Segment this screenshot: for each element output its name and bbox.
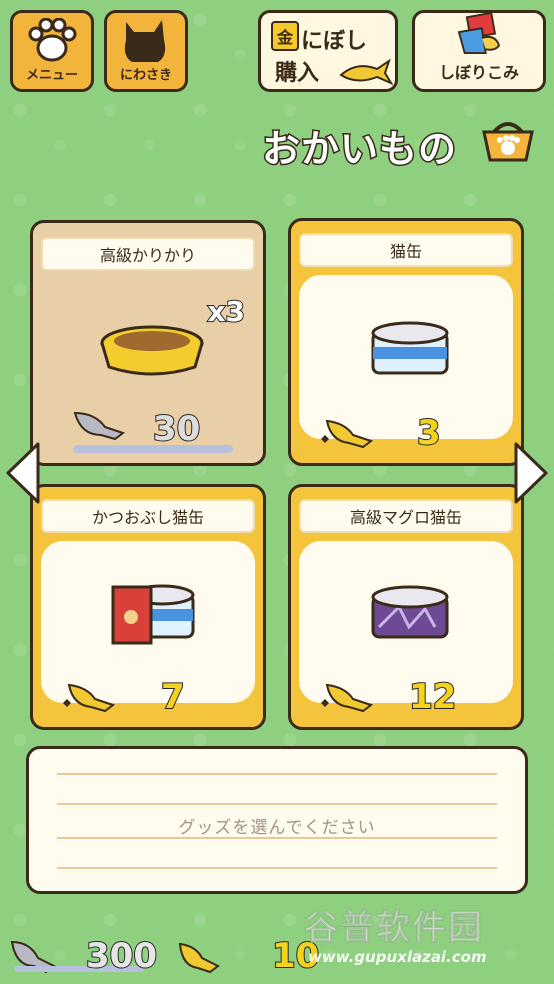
item-name: 猫缶 xyxy=(299,233,513,267)
bag-filter-icon xyxy=(457,13,501,55)
description-box: グッズを選んでください xyxy=(26,746,528,894)
divider xyxy=(57,803,497,805)
menu-button[interactable]: メニュー xyxy=(10,10,94,92)
buy-line1: にぼし xyxy=(301,29,368,54)
item-price: 12 xyxy=(408,676,457,718)
watermark-title: 谷普软件园 xyxy=(304,908,484,949)
watermark-url: www.gupuxlazai.com xyxy=(308,948,487,966)
item-name: かつおぶし猫缶 xyxy=(41,499,255,533)
buy-dried-fish-button[interactable]: 金 にぼし 購入 xyxy=(258,10,398,92)
filter-button[interactable]: しぼりこみ xyxy=(412,10,546,92)
description-text: グッズを選んでください xyxy=(178,818,376,838)
tuna-can-icon xyxy=(371,585,449,639)
gold-fish-icon xyxy=(321,419,374,449)
silver-fish-icon xyxy=(73,411,126,441)
yard-label: にわさき xyxy=(119,68,172,83)
cat-can-icon xyxy=(371,321,449,375)
page-title: おかいもの xyxy=(260,126,458,173)
gold-fish-icon xyxy=(321,683,374,713)
item-card-tuna-can[interactable]: 高級マグロ猫缶 12 xyxy=(288,484,524,730)
bonito-can-icon xyxy=(111,584,195,645)
silver-fish-balance: 300 xyxy=(85,935,158,977)
next-page-arrow-icon[interactable] xyxy=(514,440,550,506)
divider xyxy=(57,867,497,869)
watermark: 谷普软件园 www.gupuxlazai.com xyxy=(298,896,554,984)
shopping-basket-icon xyxy=(482,122,534,162)
previous-page-arrow-icon[interactable] xyxy=(4,440,40,506)
gold-badge: 金 xyxy=(271,21,299,51)
item-quantity: x3 xyxy=(206,294,246,329)
yard-button[interactable]: にわさき xyxy=(104,10,188,92)
gold-fish-icon xyxy=(178,942,220,974)
item-card-bonito-can[interactable]: かつおぶし猫缶 7 xyxy=(30,484,266,730)
item-name: 高級マグロ猫缶 xyxy=(299,499,513,533)
cat-silhouette-icon xyxy=(124,20,166,62)
item-price: 3 xyxy=(416,412,442,454)
food-bowl-icon xyxy=(100,325,204,376)
item-price: 30 xyxy=(152,408,201,450)
item-name: 高級かりかり xyxy=(41,237,255,271)
gold-fish-icon xyxy=(63,683,116,713)
menu-label: メニュー xyxy=(25,68,78,83)
item-price: 7 xyxy=(160,676,186,718)
item-card-cat-can[interactable]: 猫缶 3 xyxy=(288,218,524,466)
item-card-premium-kibble[interactable]: 高級かりかり x3 30 xyxy=(30,220,266,466)
divider xyxy=(57,773,497,775)
filter-label: しぼりこみ xyxy=(438,63,519,82)
gold-fish-icon xyxy=(339,58,393,85)
buy-line2: 購入 xyxy=(275,61,320,86)
paw-icon xyxy=(28,18,77,62)
